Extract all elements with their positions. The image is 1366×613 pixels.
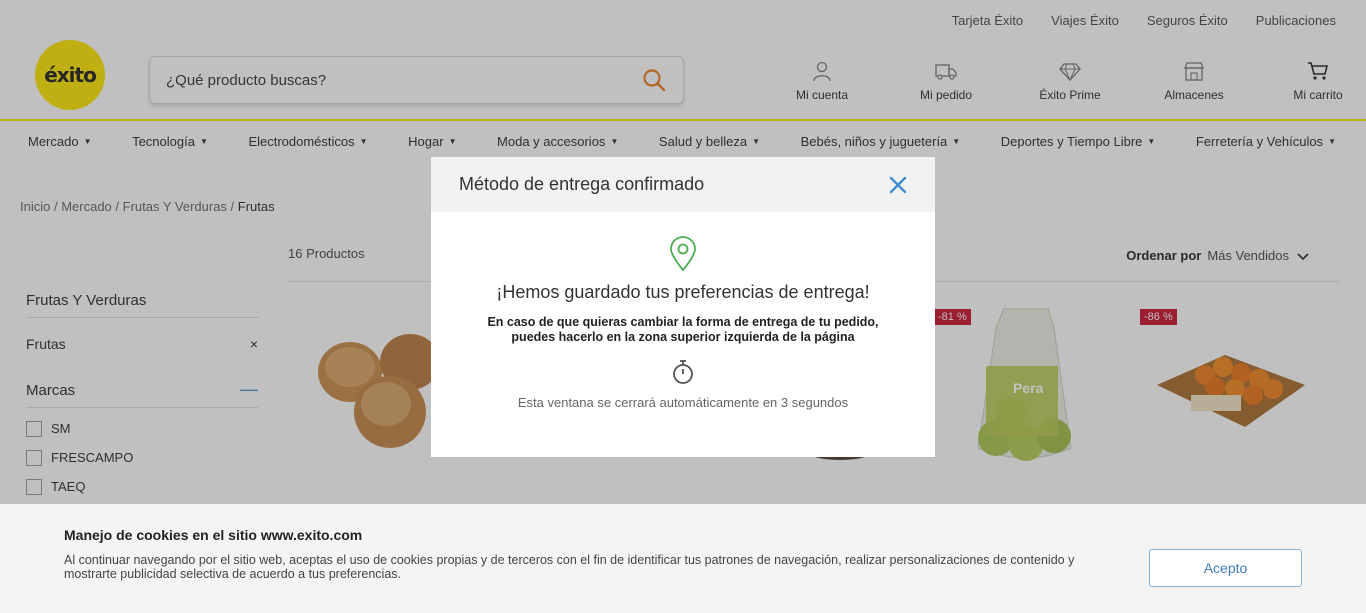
modal-text-line: puedes hacerlo en la zona superior izqui… [511, 330, 855, 344]
modal-text-line: En caso de que quieras cambiar la forma … [487, 315, 879, 329]
cookie-text: Al continuar navegando por el sitio web,… [64, 553, 1075, 581]
modal-header: Método de entrega confirmado [431, 157, 935, 212]
modal-heading: ¡Hemos guardado tus preferencias de entr… [496, 282, 870, 302]
modal-instructions: En caso de que quieras cambiar la forma … [431, 315, 935, 345]
close-icon[interactable] [889, 176, 907, 194]
modal-body: ¡Hemos guardado tus preferencias de entr… [431, 212, 935, 410]
accept-cookies-button[interactable]: Acepto [1149, 549, 1302, 587]
cookie-banner: Manejo de cookies en el sitio www.exito.… [0, 504, 1366, 613]
auto-close-note: Esta ventana se cerrará automáticamente … [517, 395, 849, 410]
location-pin-icon [670, 236, 696, 272]
cookie-title: Manejo de cookies en el sitio www.exito.… [64, 527, 363, 543]
modal-title: Método de entrega confirmado [459, 174, 705, 194]
delivery-confirmation-modal: Método de entrega confirmado ¡Hemos guar… [431, 157, 935, 457]
stopwatch-icon [673, 360, 693, 384]
